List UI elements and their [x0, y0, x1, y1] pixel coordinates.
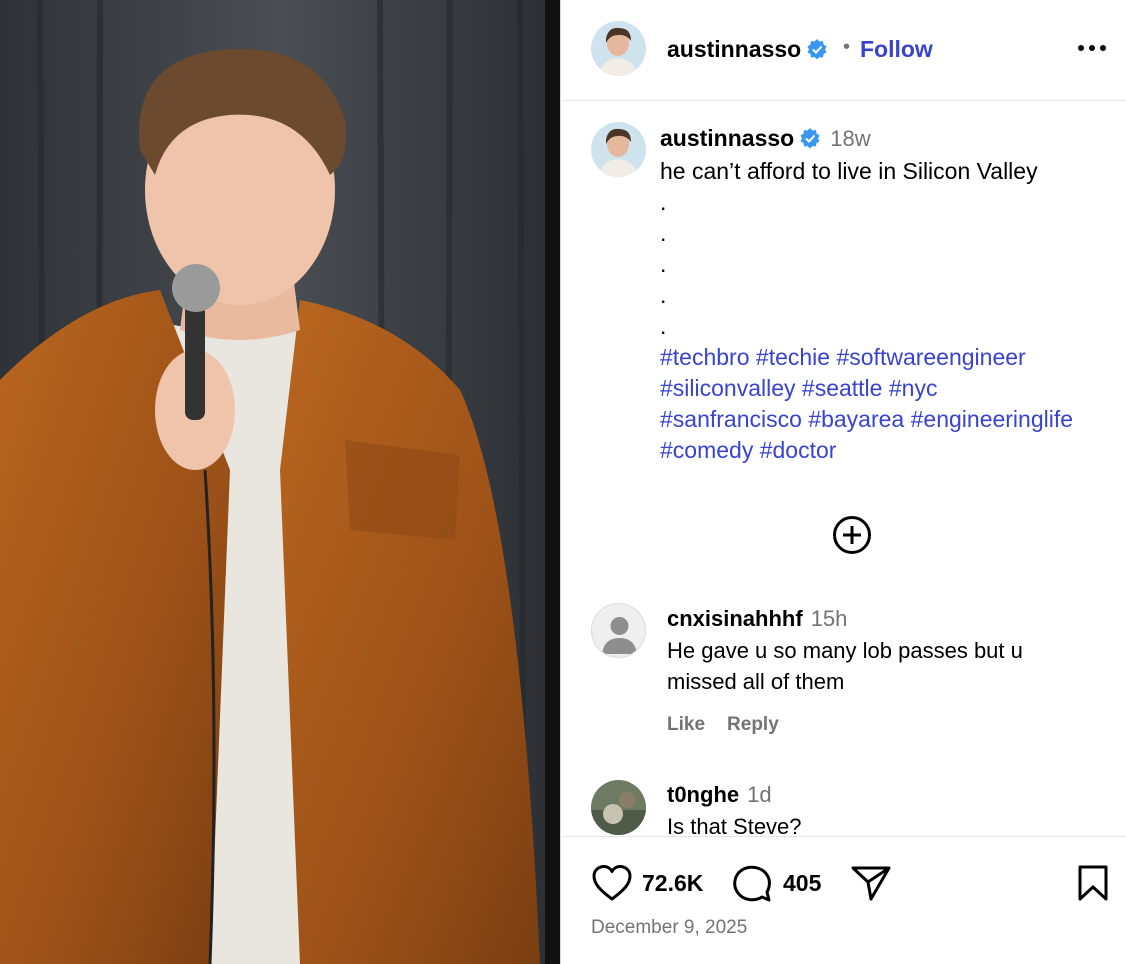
verified-badge-icon	[800, 128, 820, 148]
send-icon[interactable]	[850, 864, 892, 902]
author-username[interactable]: austinnasso	[667, 36, 827, 63]
caption-dots: . . . . .	[660, 187, 1120, 342]
comment-text: He gave u so many lob passes but u misse…	[667, 638, 1023, 694]
caption-author-avatar[interactable]	[591, 122, 646, 177]
comment-age: 1d	[747, 782, 772, 807]
like-count[interactable]: 72.6K	[642, 870, 703, 897]
add-comment-icon[interactable]	[832, 515, 872, 555]
caption-dot: .	[660, 282, 667, 308]
hashtag-link[interactable]: #doctor	[760, 437, 837, 463]
post-date: December 9, 2025	[591, 917, 748, 938]
heart-icon[interactable]	[591, 864, 633, 902]
verified-badge-icon	[807, 39, 827, 59]
post-header: austinnasso • Follow	[561, 0, 1126, 101]
more-options-icon[interactable]	[1077, 42, 1107, 54]
post-media[interactable]	[0, 0, 560, 964]
bookmark-icon[interactable]	[1077, 864, 1109, 902]
hashtag-link[interactable]: #techbro	[660, 344, 750, 370]
comment-user: t0nghe 1d	[667, 782, 772, 808]
author-username-text[interactable]: austinnasso	[667, 36, 801, 62]
comment-bubble-icon[interactable]	[731, 863, 773, 905]
commenter-avatar[interactable]	[591, 780, 646, 835]
reply-button[interactable]: Reply	[727, 714, 779, 735]
comment-text: Is that Steve?	[667, 814, 802, 836]
caption-age: 18w	[830, 126, 871, 151]
caption-dot: .	[660, 220, 667, 246]
comment-user: cnxisinahhhf 15h	[667, 606, 847, 632]
comment-actions: Like Reply	[667, 714, 801, 736]
comedian-photo	[0, 0, 560, 964]
hashtag-line: #sanfrancisco #bayarea #engineeringlife	[660, 404, 1120, 435]
hashtag-link[interactable]: #siliconvalley	[660, 375, 796, 401]
post-actions-footer: 72.6K 405 December 9, 2025	[561, 836, 1126, 964]
caption-author: austinnasso 18w	[660, 125, 871, 152]
like-comment-button[interactable]: Like	[667, 714, 705, 735]
caption-dot: .	[660, 189, 667, 215]
caption-author-username[interactable]: austinnasso	[660, 125, 794, 151]
caption-text: he can’t afford to live in Silicon Valle…	[660, 156, 1120, 466]
default-avatar-icon[interactable]	[591, 603, 646, 658]
comment-count[interactable]: 405	[783, 870, 821, 897]
hashtag-link[interactable]: #engineeringlife	[911, 406, 1073, 432]
caption-hashtags: #techbro #techie #softwareengineer #sili…	[660, 342, 1120, 466]
hashtag-link[interactable]: #techie	[756, 344, 830, 370]
comment-item: t0nghe 1d Is that Steve?	[561, 776, 1126, 836]
author-avatar[interactable]	[591, 21, 646, 76]
header-separator: •	[843, 36, 851, 58]
comment-age: 15h	[810, 606, 848, 631]
hashtag-link[interactable]: #softwareengineer	[836, 344, 1025, 370]
caption-line: he can’t afford to live in Silicon Valle…	[660, 158, 1038, 184]
hashtag-line: #techbro #techie #softwareengineer	[660, 342, 1120, 373]
hashtag-line: #comedy #doctor	[660, 435, 1120, 466]
caption-dot: .	[660, 313, 667, 339]
hashtag-link[interactable]: #nyc	[889, 375, 938, 401]
comment-username[interactable]: cnxisinahhhf	[667, 606, 803, 631]
hashtag-link[interactable]: #comedy	[660, 437, 753, 463]
hashtag-link[interactable]: #seattle	[802, 375, 883, 401]
follow-button[interactable]: Follow	[860, 36, 933, 63]
comment-username[interactable]: t0nghe	[667, 782, 739, 807]
hashtag-line: #siliconvalley #seattle #nyc	[660, 373, 1120, 404]
hashtag-link[interactable]: #bayarea	[808, 406, 904, 432]
caption-dot: .	[660, 251, 667, 277]
post-details-panel: austinnasso • Follow austinnasso 18w he …	[560, 0, 1126, 964]
hashtag-link[interactable]: #sanfrancisco	[660, 406, 802, 432]
